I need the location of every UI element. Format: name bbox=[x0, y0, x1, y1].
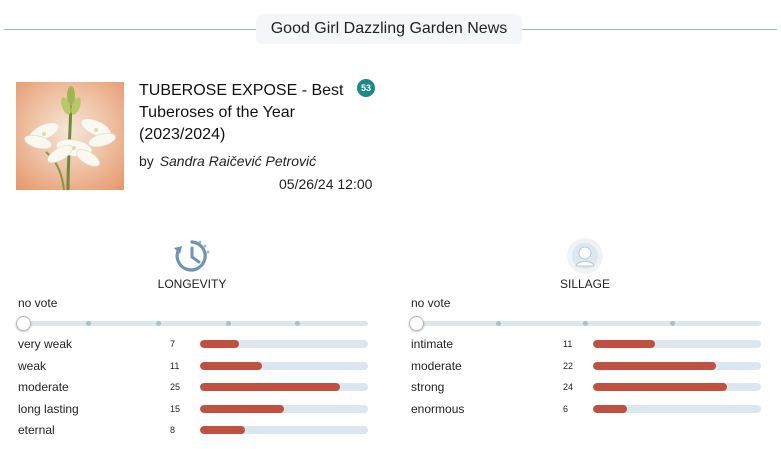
slider-track[interactable] bbox=[18, 321, 368, 326]
vote-count: 11 bbox=[170, 360, 180, 371]
vote-count: 8 bbox=[170, 425, 176, 436]
vote-option-label: strong bbox=[411, 380, 445, 395]
person-aura-icon bbox=[565, 236, 605, 276]
sillage-vote-slider[interactable] bbox=[409, 316, 761, 332]
vote-option-label: weak bbox=[18, 358, 47, 373]
vote-bar-track bbox=[593, 404, 761, 413]
vote-option-label: enormous bbox=[411, 401, 465, 416]
slider-step[interactable] bbox=[670, 321, 675, 326]
sillage-label: SILLAGE bbox=[559, 277, 611, 291]
vote-bar-track bbox=[593, 383, 761, 392]
slider-step[interactable] bbox=[295, 321, 300, 326]
vote-bar-track bbox=[593, 340, 761, 348]
byline-prefix: by bbox=[139, 153, 154, 169]
slider-step[interactable] bbox=[86, 321, 91, 326]
longevity-vote-row[interactable]: weak 11 bbox=[16, 358, 368, 374]
slider-step[interactable] bbox=[496, 321, 501, 326]
vote-count: 22 bbox=[563, 360, 574, 371]
vote-option-label: moderate bbox=[18, 380, 69, 395]
vote-count: 25 bbox=[170, 382, 181, 393]
sillage-vote-row[interactable]: moderate 22 bbox=[409, 358, 761, 374]
vote-bar-track bbox=[200, 404, 368, 413]
vote-bar-track bbox=[593, 361, 761, 370]
vote-bar-fill bbox=[593, 404, 627, 413]
vote-bar-track bbox=[200, 383, 368, 392]
longevity-vote-slider[interactable] bbox=[16, 316, 368, 332]
vote-bar-fill bbox=[200, 383, 340, 392]
vote-bar-fill bbox=[200, 361, 262, 370]
slider-step[interactable] bbox=[583, 321, 588, 326]
author-name[interactable]: Sandra Raičević Petrović bbox=[160, 153, 316, 169]
article-title[interactable]: TUBEROSE EXPOSE - Best Tuberoses of the … bbox=[139, 80, 349, 146]
vote-count: 6 bbox=[563, 403, 569, 414]
vote-option-label: very weak bbox=[18, 337, 73, 351]
vote-bar-fill bbox=[200, 426, 245, 435]
vote-count: 7 bbox=[170, 339, 176, 349]
longevity-label: LONGEVITY bbox=[157, 277, 227, 291]
vote-count: 11 bbox=[563, 339, 573, 349]
vote-option-label: moderate bbox=[411, 358, 462, 373]
sillage-vote-row[interactable]: strong 24 bbox=[409, 379, 761, 395]
vote-option-label: intimate bbox=[411, 337, 454, 351]
slider-step[interactable] bbox=[156, 321, 161, 326]
vote-option-label: long lasting bbox=[18, 401, 79, 416]
vote-bar-fill bbox=[593, 361, 716, 370]
news-section-title[interactable]: Good Girl Dazzling Garden News bbox=[256, 14, 522, 44]
longevity-vote-row[interactable]: long lasting 15 bbox=[16, 401, 368, 417]
longevity-vote-row[interactable]: very weak 7 bbox=[16, 336, 368, 352]
vote-count: 24 bbox=[563, 382, 574, 393]
vote-bar-fill bbox=[200, 340, 239, 348]
sillage-vote-row[interactable]: intimate 11 bbox=[409, 336, 761, 352]
article-thumbnail[interactable] bbox=[16, 82, 124, 190]
vote-option-label: eternal bbox=[18, 423, 55, 438]
longevity-vote-row[interactable]: moderate 25 bbox=[16, 379, 368, 395]
sillage-vote-row[interactable]: enormous 6 bbox=[409, 401, 761, 417]
article-byline: by Sandra Raičević Petrović bbox=[139, 153, 316, 169]
longevity-vote-label: no vote bbox=[18, 296, 58, 310]
vote-bar-track bbox=[200, 426, 368, 435]
sillage-vote-label: no vote bbox=[411, 296, 451, 310]
longevity-vote-row[interactable]: eternal 8 bbox=[16, 422, 368, 438]
news-header: Good Girl Dazzling Garden News bbox=[0, 12, 781, 46]
slider-handle[interactable] bbox=[409, 316, 424, 331]
tuberose-flower-image bbox=[16, 82, 124, 190]
clock-history-icon bbox=[172, 236, 212, 276]
article-date: 05/26/24 12:00 bbox=[279, 176, 373, 192]
vote-bar-fill bbox=[593, 383, 727, 392]
slider-handle[interactable] bbox=[16, 316, 31, 331]
comment-count-badge[interactable]: 53 bbox=[357, 79, 375, 97]
vote-bar-fill bbox=[593, 340, 655, 348]
vote-bar-fill bbox=[200, 404, 284, 413]
vote-bar-track bbox=[200, 361, 368, 370]
slider-step[interactable] bbox=[226, 321, 231, 326]
vote-bar-track bbox=[200, 340, 368, 348]
vote-count: 15 bbox=[170, 403, 181, 414]
